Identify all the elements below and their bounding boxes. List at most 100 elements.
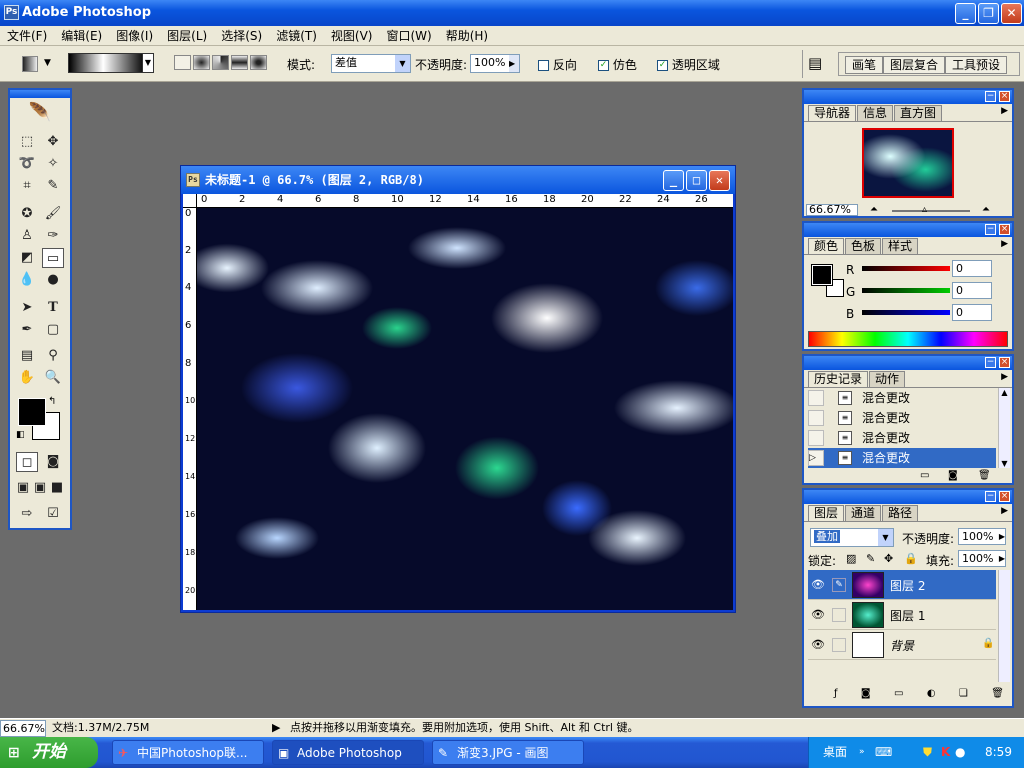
tab-brush[interactable]: 画笔: [845, 56, 884, 74]
tab-actions[interactable]: 动作: [869, 371, 906, 387]
edit-in-imageready-icon[interactable]: ☑: [42, 504, 64, 524]
blue-slider[interactable]: [862, 310, 950, 315]
blue-field[interactable]: 0: [952, 304, 992, 321]
history-item[interactable]: ≡ 混合更改: [808, 428, 996, 448]
zoom-tool-icon[interactable]: 🔍: [42, 368, 64, 388]
zoom-in-icon[interactable]: ⏶: [982, 204, 990, 215]
transparency-checkbox[interactable]: ✓: [657, 60, 668, 71]
default-colors-icon[interactable]: ◧: [16, 430, 25, 440]
layer-style-icon[interactable]: ƒ: [834, 688, 838, 704]
status-zoom-field[interactable]: 66.67%: [0, 720, 46, 737]
panel-close-button[interactable]: ×: [999, 224, 1010, 235]
green-slider[interactable]: [862, 288, 950, 293]
tab-histogram[interactable]: 直方图: [894, 105, 943, 121]
layer-opacity-arrow-icon[interactable]: ▶: [999, 529, 1005, 545]
close-button[interactable]: ✕: [1001, 3, 1022, 24]
full-screen-mode-icon[interactable]: ■: [48, 478, 66, 498]
new-layer-icon[interactable]: ❏: [959, 688, 968, 704]
doc-close-button[interactable]: ✕: [709, 170, 730, 191]
zoom-out-icon[interactable]: ⏶: [870, 204, 878, 215]
standard-screen-mode-icon[interactable]: ▣: [14, 478, 32, 498]
visibility-eye-icon[interactable]: 👁: [811, 578, 825, 591]
move-tool-icon[interactable]: ✥: [42, 132, 64, 152]
tab-layer-comps[interactable]: 图层复合: [883, 56, 946, 74]
zoom-slider[interactable]: [892, 210, 970, 212]
toolbox-title-bar[interactable]: [10, 90, 70, 98]
scroll-down-icon[interactable]: ▼: [999, 459, 1010, 468]
tab-swatches[interactable]: 色板: [845, 238, 882, 254]
history-item[interactable]: ≡ 混合更改: [808, 408, 996, 428]
reverse-option[interactable]: 反向: [538, 56, 577, 73]
layer-brush-link-icon[interactable]: ✎: [832, 578, 846, 592]
document-title-bar[interactable]: Ps 未标题-1 @ 66.7% (图层 2, RGB/8) _ □ ✕: [181, 166, 735, 194]
history-snapshot-box[interactable]: [808, 430, 824, 446]
navigator-title-bar[interactable]: − ×: [804, 90, 1012, 104]
opacity-field[interactable]: 100% ▶: [470, 54, 520, 73]
left-ruler[interactable]: 0 2 4 6 8 10 12 14 16 18 20: [183, 208, 197, 610]
panel-menu-icon[interactable]: ▶: [1001, 239, 1008, 249]
security-shield-icon[interactable]: ⛊: [923, 737, 932, 768]
navigator-zoom-field[interactable]: 66.67%: [806, 204, 858, 216]
desktop-label[interactable]: 桌面: [823, 737, 847, 768]
pen-tool-icon[interactable]: ✒: [16, 320, 38, 340]
red-slider[interactable]: [862, 266, 950, 271]
image-canvas[interactable]: [197, 208, 733, 610]
lock-transparent-icon[interactable]: ▨: [846, 552, 856, 565]
diamond-gradient-icon[interactable]: [250, 55, 267, 70]
navigator-thumbnail[interactable]: [862, 128, 954, 198]
lasso-tool-icon[interactable]: ➰: [16, 154, 38, 174]
dither-option[interactable]: ✓ 仿色: [598, 56, 637, 73]
tab-styles[interactable]: 样式: [882, 238, 919, 254]
taskbar-item[interactable]: ✈ 中国Photoshop联...: [112, 740, 264, 765]
panel-menu-icon[interactable]: ▶: [1001, 372, 1008, 382]
panel-minimize-button[interactable]: −: [985, 357, 996, 368]
visibility-eye-icon[interactable]: 👁: [811, 608, 825, 621]
color-spectrum-bar[interactable]: [808, 331, 1008, 347]
minimize-button[interactable]: _: [955, 3, 976, 24]
mode-dropdown-icon[interactable]: ▼: [395, 55, 410, 72]
panel-minimize-button[interactable]: −: [985, 491, 996, 502]
opacity-slider-arrow-icon[interactable]: ▶: [509, 55, 519, 72]
layer-row[interactable]: 👁 背景 🔒: [808, 630, 996, 660]
jump-to-imageready-icon[interactable]: ⇨: [16, 504, 38, 524]
tab-channels[interactable]: 通道: [845, 505, 882, 521]
lock-all-icon[interactable]: 🔒: [904, 552, 918, 565]
blur-tool-icon[interactable]: 💧: [16, 270, 38, 290]
radial-gradient-icon[interactable]: [193, 55, 210, 70]
delete-state-icon[interactable]: 🗑: [978, 470, 991, 481]
preset-dropdown-icon[interactable]: ▼: [44, 58, 51, 68]
fill-arrow-icon[interactable]: ▶: [999, 551, 1005, 567]
blend-mode-dropdown-icon[interactable]: ▼: [878, 529, 893, 546]
tab-history[interactable]: 历史记录: [808, 371, 869, 387]
panel-close-button[interactable]: ×: [999, 357, 1010, 368]
start-button[interactable]: ⊞ 开始: [0, 737, 98, 768]
layer-link-box[interactable]: [832, 608, 846, 622]
lock-image-icon[interactable]: ✎: [866, 552, 875, 565]
panel-menu-icon[interactable]: ▶: [1001, 506, 1008, 516]
clone-stamp-tool-icon[interactable]: ♙: [16, 226, 38, 246]
angle-gradient-icon[interactable]: [212, 55, 229, 70]
dither-checkbox[interactable]: ✓: [598, 60, 609, 71]
full-screen-menu-mode-icon[interactable]: ▣: [31, 478, 49, 498]
menu-help[interactable]: 帮助(H): [439, 26, 495, 46]
magic-wand-tool-icon[interactable]: ✧: [42, 154, 64, 174]
menu-select[interactable]: 选择(S): [214, 26, 269, 46]
mode-select[interactable]: 差值 ▼: [331, 54, 411, 73]
layer-link-box[interactable]: [832, 638, 846, 652]
menu-file[interactable]: 文件(F): [0, 26, 54, 46]
desktop-toolbar-expand-icon[interactable]: »: [859, 737, 865, 768]
standard-mode-icon[interactable]: ◻: [16, 452, 38, 472]
blend-mode-select[interactable]: 叠加 ▼: [810, 528, 894, 547]
dodge-tool-icon[interactable]: ●: [42, 270, 64, 290]
taskbar-item-active[interactable]: ▣ Adobe Photoshop: [272, 740, 424, 765]
keyboard-icon[interactable]: ⌨: [875, 737, 892, 768]
reverse-checkbox[interactable]: [538, 60, 549, 71]
delete-layer-icon[interactable]: 🗑: [991, 688, 1004, 704]
visibility-eye-icon[interactable]: 👁: [811, 638, 825, 651]
menu-edit[interactable]: 编辑(E): [54, 26, 109, 46]
top-ruler[interactable]: 0 2 4 6 8 10 12 14 16 18 20 22 24 26: [197, 194, 733, 208]
type-tool-icon[interactable]: T: [42, 298, 64, 318]
antivirus-icon[interactable]: K: [941, 737, 950, 768]
history-brush-source-icon[interactable]: ▷: [808, 450, 824, 466]
gradient-tool-icon[interactable]: ▭: [42, 248, 64, 268]
